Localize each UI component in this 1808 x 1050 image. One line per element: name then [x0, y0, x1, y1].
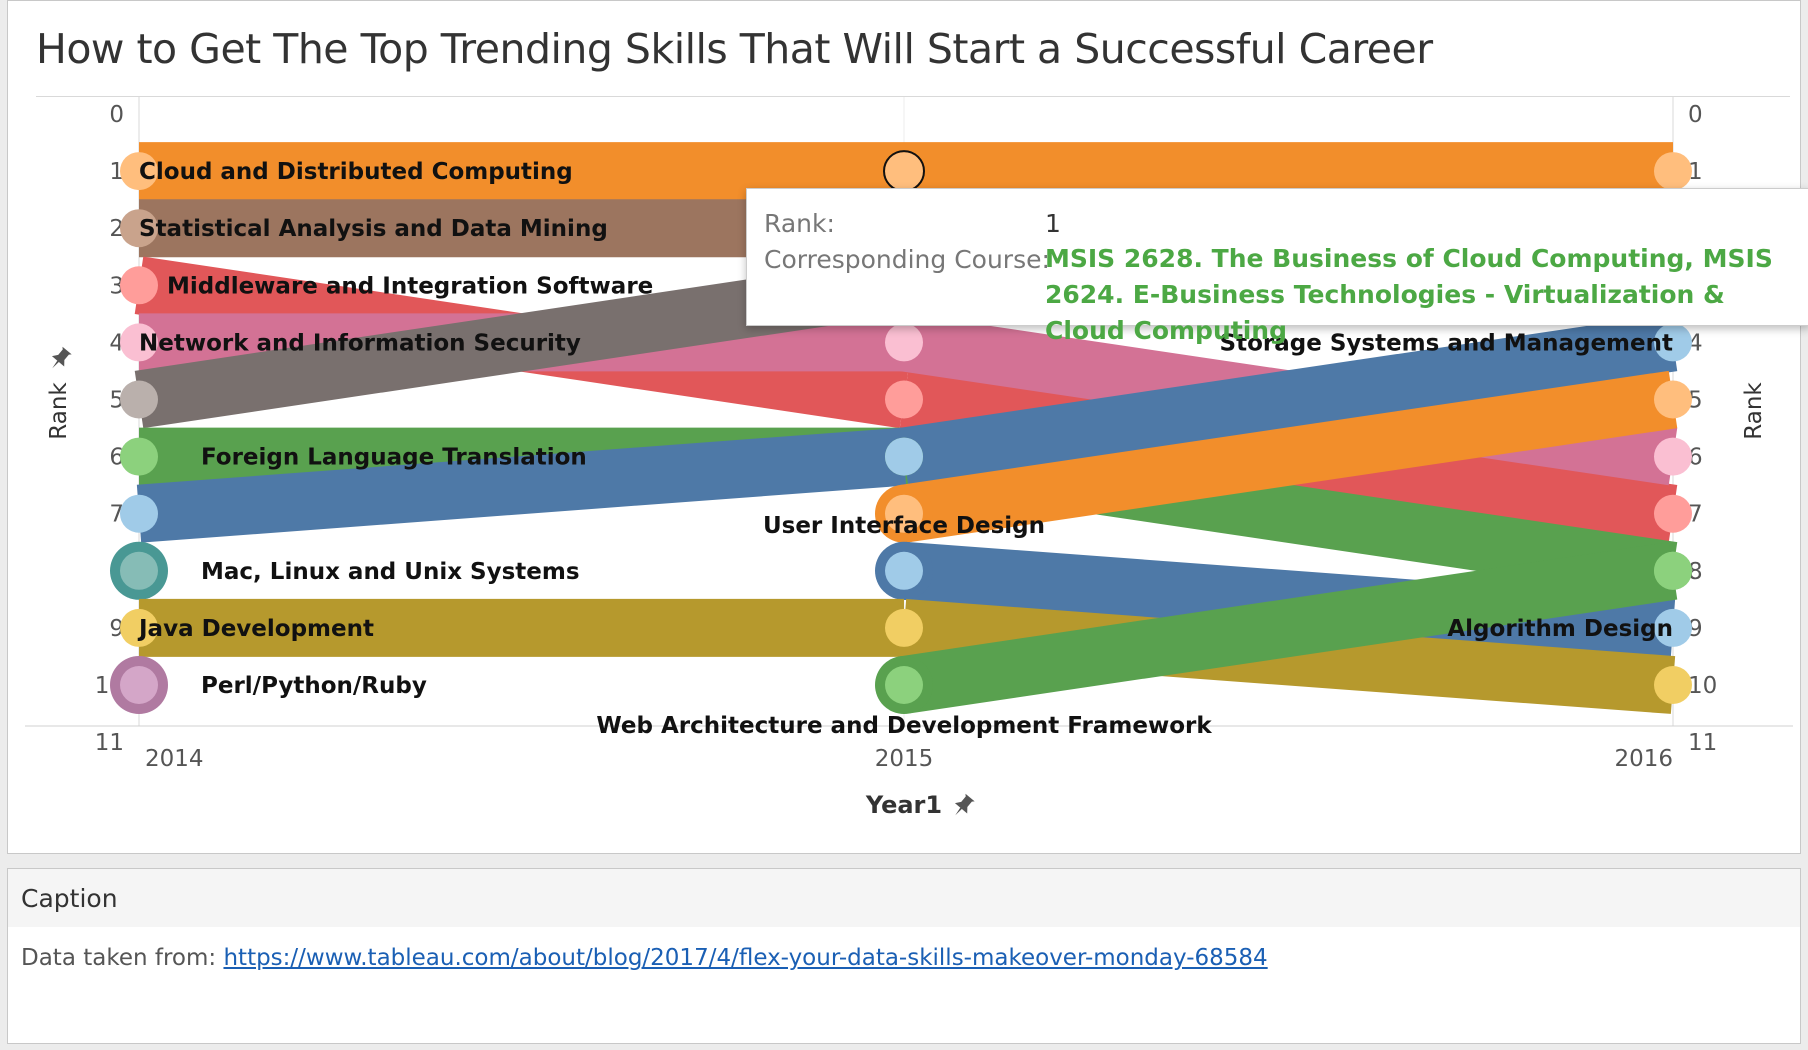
y-tick-left: 11 [95, 730, 124, 756]
y-axis-title-right: Rank [1741, 382, 1767, 440]
caption-text: Data taken from: https://www.tableau.com… [21, 945, 1268, 971]
point-storage-systems-and-management-2015[interactable] [885, 437, 923, 476]
series-label-cloud-and-distributed-computing: Cloud and Distributed Computing [139, 159, 573, 185]
series-label-middleware-and-integration-software: Middleware and Integration Software [167, 273, 653, 299]
point-java-development-2016[interactable] [1654, 666, 1692, 704]
point-web-architecture-and-development-framework-2016[interactable] [1654, 551, 1692, 590]
point-cloud-and-distributed-computing-2016[interactable] [1654, 152, 1692, 191]
point-unnamed-2014[interactable] [120, 380, 158, 419]
series-label-java-development: Java Development [137, 616, 374, 642]
series-label-perl-python-ruby: Perl/Python/Ruby [201, 673, 427, 699]
x-axis-title: Year1 [865, 791, 942, 819]
viz-panel: How to Get The Top Trending Skills That … [7, 0, 1801, 854]
point-cloud-and-distributed-computing-2015[interactable] [885, 152, 923, 191]
tooltip-course-label: Corresponding Course: [764, 245, 1050, 274]
point-network-and-information-security-2016[interactable] [1654, 437, 1692, 476]
caption-prefix: Data taken from: [21, 945, 224, 971]
point-algorithm-design-2015[interactable] [885, 551, 923, 590]
y-tick-left: 0 [109, 102, 124, 128]
point-middleware-and-integration-software-2015[interactable] [885, 380, 923, 419]
y-axis-title-left: Rank [46, 382, 72, 440]
series-label-statistical-analysis-and-data-mining: Statistical Analysis and Data Mining [139, 216, 608, 242]
y-tick-right: 11 [1688, 730, 1717, 756]
y-tick-right: 0 [1688, 102, 1703, 128]
point-foreign-language-translation-2014[interactable] [120, 437, 158, 476]
point-perl-python-ruby-2014[interactable] [120, 666, 158, 704]
tooltip: Rank: 1 Corresponding Course: MSIS 2628.… [746, 188, 1808, 345]
pin-icon[interactable] [46, 345, 73, 373]
point-user-interface-design-2016[interactable] [1654, 380, 1692, 419]
series-label-web-architecture-and-development-framework: Web Architecture and Development Framewo… [596, 713, 1212, 739]
pin-icon[interactable] [949, 792, 976, 820]
point-storage-systems-and-management-2014[interactable] [120, 494, 158, 533]
x-tick-2014: 2014 [145, 746, 204, 772]
point-java-development-2015[interactable] [885, 608, 923, 647]
series-label-algorithm-design: Algorithm Design [1447, 616, 1673, 642]
x-tick-2016: 2016 [1614, 746, 1673, 772]
caption-source-link[interactable]: https://www.tableau.com/about/blog/2017/… [223, 945, 1267, 971]
y-tick-right: 10 [1688, 673, 1717, 699]
x-tick-2015: 2015 [875, 746, 934, 772]
caption-header: Caption [8, 869, 1800, 927]
tooltip-course-value: MSIS 2628. The Business of Cloud Computi… [1045, 244, 1773, 345]
caption-panel: Caption Data taken from: https://www.tab… [7, 868, 1801, 1044]
tooltip-rank-label: Rank: [764, 209, 835, 238]
series-label-user-interface-design: User Interface Design [763, 513, 1045, 539]
series-label-mac-linux-and-unix-systems: Mac, Linux and Unix Systems [201, 559, 580, 585]
point-mac-linux-and-unix-systems-2014[interactable] [120, 551, 158, 590]
point-web-architecture-and-development-framework-2015[interactable] [885, 666, 923, 704]
series-label-network-and-information-security: Network and Information Security [139, 330, 581, 356]
point-middleware-and-integration-software-2014[interactable] [120, 266, 158, 305]
tooltip-rank-value: 1 [1045, 209, 1061, 238]
caption-title: Caption [21, 884, 118, 913]
point-network-and-information-security-2015[interactable] [885, 323, 923, 362]
series-label-foreign-language-translation: Foreign Language Translation [201, 445, 587, 471]
point-middleware-and-integration-software-2016[interactable] [1654, 494, 1692, 533]
bump-chart[interactable]: 0011223344556677889910101111Cloud and Di… [8, 1, 1802, 855]
